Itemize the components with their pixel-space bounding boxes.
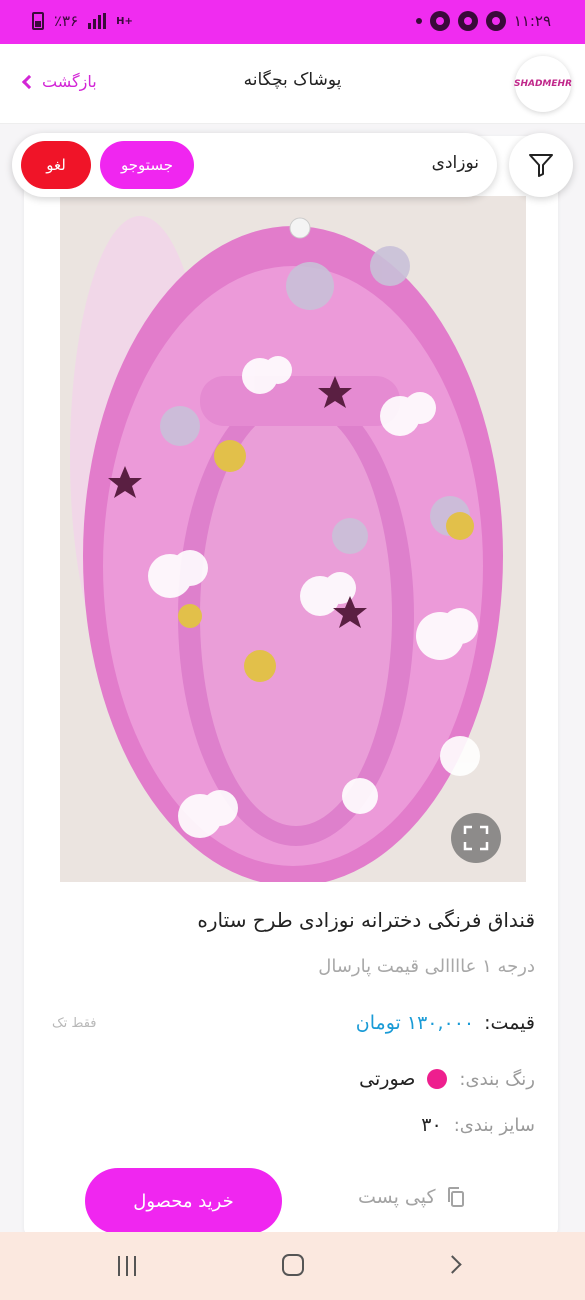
- status-bar: ٪۳۶ H+ ۱۱:۲۹: [0, 0, 585, 44]
- status-right: ۱۱:۲۹: [415, 11, 551, 31]
- color-row: رنگ بندی: صورتی: [359, 1068, 535, 1090]
- copy-post-button[interactable]: کپی پست: [358, 1186, 466, 1208]
- app-header: بازگشت پوشاک بچگانه SHADMEHR: [0, 44, 585, 124]
- cancel-button[interactable]: لغو: [21, 141, 91, 189]
- expand-icon: [463, 825, 489, 851]
- product-image[interactable]: [60, 196, 526, 882]
- product-title: قنداق فرنگی دخترانه نوزادی طرح ستاره: [197, 908, 535, 932]
- chrome-notification-icon: [429, 11, 450, 31]
- size-value: ۳۰: [421, 1114, 442, 1136]
- size-label: سایز بندی:: [453, 1114, 535, 1136]
- color-swatch: [427, 1069, 448, 1089]
- recent-apps-button[interactable]: [118, 1256, 136, 1276]
- search-button[interactable]: جستوجو: [100, 141, 194, 189]
- clock: ۱۱:۲۹: [513, 12, 551, 30]
- single-only-note: فقط تک: [52, 1016, 97, 1031]
- notification-dot-icon: [415, 18, 422, 24]
- color-value: صورتی: [359, 1068, 416, 1090]
- fullscreen-button[interactable]: [451, 813, 501, 863]
- battery-icon: [32, 12, 44, 30]
- buy-product-button[interactable]: خرید محصول: [85, 1168, 282, 1234]
- chrome-notification-icon: [457, 11, 478, 31]
- price-label: قیمت:: [484, 1012, 535, 1034]
- system-nav-bar: [0, 1232, 585, 1300]
- price-value: ۱۳۰,۰۰۰ تومان: [355, 1012, 475, 1034]
- status-left: ٪۳۶ H+: [32, 12, 133, 30]
- home-button[interactable]: [282, 1254, 304, 1276]
- price-row: قیمت: ۱۳۰,۰۰۰ تومان: [356, 1012, 535, 1034]
- size-row: سایز بندی: ۳۰: [421, 1114, 535, 1136]
- product-photo: [60, 196, 526, 882]
- system-back-button[interactable]: [443, 1255, 462, 1274]
- copy-post-label: کپی پست: [358, 1186, 436, 1208]
- chrome-notification-icon: [485, 11, 506, 31]
- filter-icon: [529, 154, 553, 177]
- search-input[interactable]: نوزادی: [432, 153, 479, 173]
- battery-percent: ٪۳۶: [54, 12, 79, 30]
- filter-button[interactable]: [509, 133, 573, 197]
- signal-icon: [88, 13, 107, 29]
- copy-icon: [447, 1187, 464, 1207]
- color-label: رنگ بندی:: [459, 1068, 535, 1090]
- network-type: H+: [116, 15, 133, 27]
- logo-text: SHADMEHR: [513, 79, 573, 89]
- brand-logo[interactable]: SHADMEHR: [513, 56, 573, 112]
- page-title: پوشاک بچگانه: [243, 70, 342, 90]
- search-bar: لغو جستوجو نوزادی: [12, 133, 497, 197]
- product-subtitle: درجه ۱ عاااالی قیمت پارسال: [318, 956, 535, 977]
